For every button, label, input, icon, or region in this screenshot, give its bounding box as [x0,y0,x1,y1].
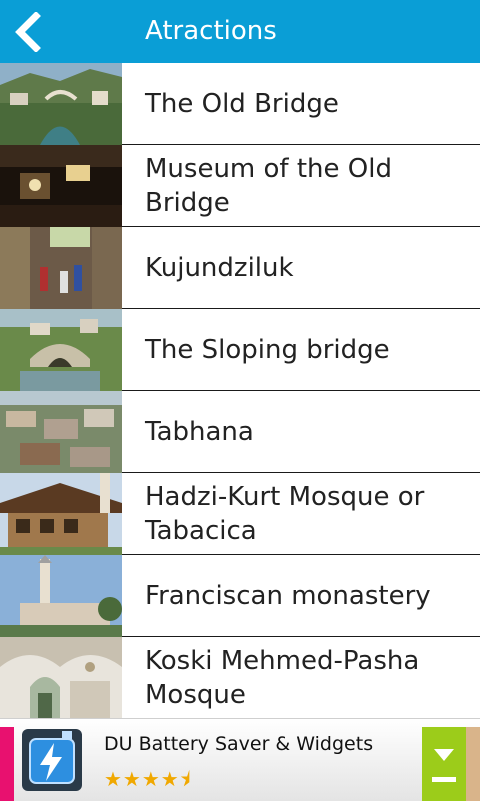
list-item[interactable]: Tabhana [0,391,480,473]
app-header: Atractions [0,0,480,63]
ad-edge-strip [0,727,14,801]
list-item[interactable]: Franciscan monastery [0,555,480,637]
item-label: Kujundziluk [145,252,294,283]
item-label: Koski Mehmed-Pasha Mosque [145,645,420,710]
list-item[interactable]: Koski Mehmed-Pasha Mosque [0,637,480,719]
ad-install-button[interactable] [422,727,466,801]
item-label: The Old Bridge [145,88,339,119]
item-label: Franciscan monastery [145,580,431,611]
thumbnail-image [0,309,122,391]
thumbnail-image [0,63,122,145]
download-arrow-icon [432,749,456,782]
thumbnail-image [0,227,122,309]
thumbnail-image [0,637,122,719]
ad-rating-stars: ★★★★⯨ [104,767,192,791]
ad-title: DU Battery Saver & Widgets [104,733,374,755]
thumbnail-image [0,145,122,227]
page-title: Atractions [145,16,277,46]
battery-bolt-icon [18,725,86,795]
list-item[interactable]: Museum of the Old Bridge [0,145,480,227]
list-item[interactable]: Kujundziluk [0,227,480,309]
chevron-left-icon [15,11,41,53]
item-label: Hadzi-Kurt Mosque or Tabacica [145,481,425,546]
thumbnail-image [0,473,122,555]
list-item[interactable]: The Old Bridge [0,63,480,145]
ad-banner[interactable]: DU Battery Saver & Widgets ★★★★⯨ [0,718,480,801]
thumbnail-image [0,391,122,473]
list-item[interactable]: The Sloping bridge [0,309,480,391]
ad-side-image [466,727,480,801]
attractions-list: The Old Bridge Museum of the Old Bridge [0,63,480,719]
thumbnail-image [0,555,122,637]
item-label: The Sloping bridge [145,334,390,365]
item-label: Museum of the Old Bridge [145,153,392,218]
back-button[interactable] [10,11,50,53]
list-item[interactable]: Hadzi-Kurt Mosque or Tabacica [0,473,480,555]
item-label: Tabhana [145,416,254,447]
